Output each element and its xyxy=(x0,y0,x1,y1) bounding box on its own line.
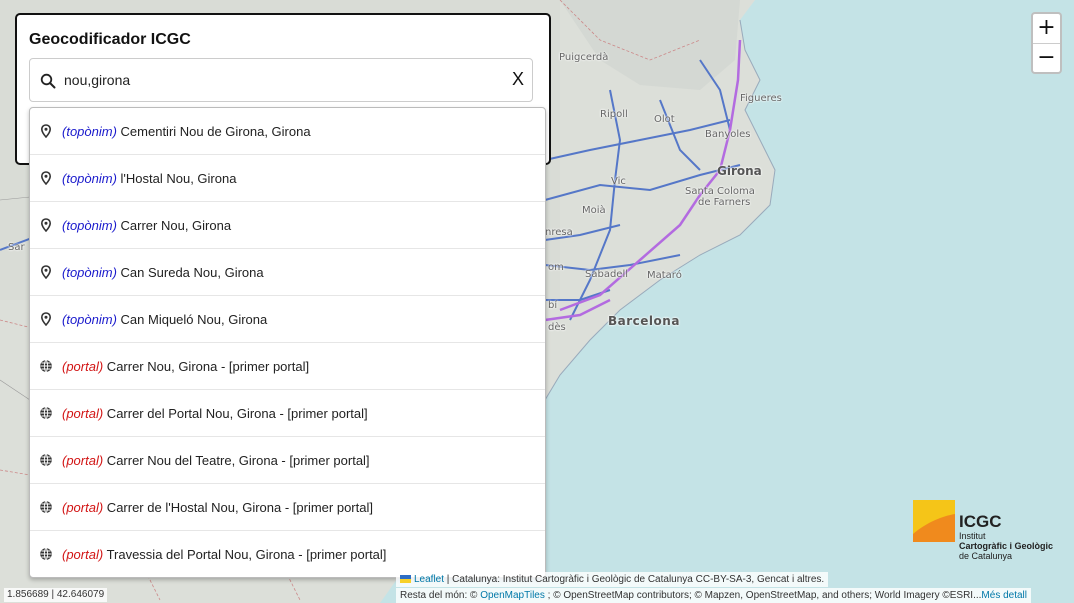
map-label-cornella: dès xyxy=(548,322,566,333)
logo-line2: Cartogràfic i Geològic xyxy=(959,541,1054,551)
map-label-figueres: Figueres xyxy=(740,93,782,104)
ukraine-flag-icon xyxy=(400,575,411,584)
map-label-sar: Sar xyxy=(8,242,25,253)
globe-icon xyxy=(40,406,52,420)
clear-search-button[interactable]: X xyxy=(512,69,524,89)
result-label: (topònim) Carrer Nou, Girona xyxy=(62,218,231,233)
result-type: (portal) xyxy=(62,547,104,562)
result-label: (portal) Carrer Nou del Teatre, Girona -… xyxy=(62,453,370,468)
attribution-line2-prefix: Resta del món: © xyxy=(400,590,481,601)
result-item[interactable]: (portal) Carrer Nou del Teatre, Girona -… xyxy=(30,437,545,484)
globe-icon xyxy=(40,500,52,514)
search-input[interactable] xyxy=(64,67,484,93)
map-pin-icon xyxy=(40,171,52,185)
result-text: Carrer Nou del Teatre, Girona - [primer … xyxy=(103,453,370,468)
openmaptiles-link[interactable]: OpenMapTiles xyxy=(480,590,545,601)
map-label-manresa: nresa xyxy=(545,227,573,238)
result-text: Carrer Nou, Girona - [primer portal] xyxy=(103,359,310,374)
zoom-control: + − xyxy=(1031,12,1062,74)
map-label-vic: Vic xyxy=(611,176,626,187)
result-label: (portal) Travessia del Portal Nou, Giron… xyxy=(62,547,386,562)
result-type: (topònim) xyxy=(62,312,117,327)
result-item[interactable]: (topònim) l'Hostal Nou, Girona xyxy=(30,155,545,202)
result-text: Can Sureda Nou, Girona xyxy=(116,265,264,280)
results-list: (topònim) Cementiri Nou de Girona, Giron… xyxy=(29,107,546,578)
result-type: (topònim) xyxy=(62,265,117,280)
logo-line1: Institut xyxy=(959,531,986,541)
map-label-barcelona: Barcelona xyxy=(608,314,680,328)
result-type: (topònim) xyxy=(62,124,117,139)
map-label-banyoles: Banyoles xyxy=(705,129,751,140)
result-label: (topònim) Can Miqueló Nou, Girona xyxy=(62,312,267,327)
map-label-santa-coloma: Santa Coloma xyxy=(685,186,755,197)
map-label-om: om xyxy=(548,262,564,273)
map-label-moia: Moià xyxy=(582,205,606,216)
map-pin-icon xyxy=(40,218,52,232)
map-label-sabadell: Sabadell xyxy=(585,269,629,280)
result-item[interactable]: (topònim) Can Miqueló Nou, Girona xyxy=(30,296,545,343)
icgc-logo-mark xyxy=(913,500,955,542)
result-item[interactable]: (topònim) Cementiri Nou de Girona, Giron… xyxy=(30,108,545,155)
search-box[interactable]: X xyxy=(29,58,533,102)
map-label-olot: Olot xyxy=(654,114,675,125)
coordinates-readout: 1.856689 | 42.646079 xyxy=(4,588,108,602)
result-item[interactable]: (portal) Carrer del Portal Nou, Girona -… xyxy=(30,390,545,437)
globe-icon xyxy=(40,453,52,467)
result-type: (topònim) xyxy=(62,218,117,233)
result-item[interactable]: (portal) Carrer Nou, Girona - [primer po… xyxy=(30,343,545,390)
search-icon xyxy=(40,73,56,89)
map-pin-icon xyxy=(40,265,52,279)
logo-line3: de Catalunya xyxy=(959,551,1013,561)
result-label: (topònim) Cementiri Nou de Girona, Giron… xyxy=(62,124,311,139)
map-pin-icon xyxy=(40,312,52,326)
geocoder-title: Geocodificador ICGC xyxy=(29,31,191,48)
map-label-mataro: Mataró xyxy=(647,270,682,281)
result-text: Carrer del Portal Nou, Girona - [primer … xyxy=(103,406,368,421)
globe-icon xyxy=(40,547,52,561)
result-type: (portal) xyxy=(62,359,104,374)
result-type: (portal) xyxy=(62,406,104,421)
map-label-de-farners: de Farners xyxy=(698,197,751,208)
zoom-out-button[interactable]: − xyxy=(1033,44,1060,73)
result-type: (portal) xyxy=(62,453,104,468)
result-text: Cementiri Nou de Girona, Girona xyxy=(116,124,311,139)
leaflet-link[interactable]: Leaflet xyxy=(414,574,444,585)
result-label: (portal) Carrer del Portal Nou, Girona -… xyxy=(62,406,368,421)
zoom-in-button[interactable]: + xyxy=(1033,14,1060,44)
result-label: (portal) Carrer de l'Hostal Nou, Girona … xyxy=(62,500,373,515)
result-text: Carrer de l'Hostal Nou, Girona - [primer… xyxy=(103,500,373,515)
result-label: (topònim) Can Sureda Nou, Girona xyxy=(62,265,264,280)
result-item[interactable]: (portal) Carrer de l'Hostal Nou, Girona … xyxy=(30,484,545,531)
map-pin-icon xyxy=(40,124,52,138)
attribution-line2-text: ; © OpenStreetMap contributors; © Mapzen… xyxy=(544,590,982,601)
result-label: (portal) Carrer Nou, Girona - [primer po… xyxy=(62,359,309,374)
result-text: l'Hostal Nou, Girona xyxy=(116,171,237,186)
result-text: Carrer Nou, Girona xyxy=(116,218,232,233)
map-label-ripoll: Ripoll xyxy=(600,109,628,120)
result-type: (portal) xyxy=(62,500,104,515)
result-item[interactable]: (portal) Travessia del Portal Nou, Giron… xyxy=(30,531,545,577)
globe-icon xyxy=(40,359,52,373)
attribution-line1: Leaflet | Catalunya: Institut Cartogràfi… xyxy=(396,572,829,587)
map-label-girona: Girona xyxy=(717,164,762,178)
result-text: Can Miqueló Nou, Girona xyxy=(116,312,268,327)
result-item[interactable]: (topònim) Can Sureda Nou, Girona xyxy=(30,249,545,296)
map-label-rubi: bí xyxy=(548,300,558,311)
attribution-line2: Resta del món: © OpenMapTiles ; © OpenSt… xyxy=(396,588,1031,603)
icgc-logo[interactable]: ICGC Institut Cartogràfic i Geològic de … xyxy=(913,500,1068,562)
map-label-puigcerda: Puigcerdà xyxy=(559,52,609,63)
logo-name: ICGC xyxy=(959,512,1002,531)
result-text: Travessia del Portal Nou, Girona - [prim… xyxy=(103,547,387,562)
mes-detall-link[interactable]: Més detall xyxy=(981,590,1027,601)
result-type: (topònim) xyxy=(62,171,117,186)
result-label: (topònim) l'Hostal Nou, Girona xyxy=(62,171,236,186)
attribution-line1-text: | Catalunya: Institut Cartogràfic i Geol… xyxy=(444,574,825,585)
result-item[interactable]: (topònim) Carrer Nou, Girona xyxy=(30,202,545,249)
